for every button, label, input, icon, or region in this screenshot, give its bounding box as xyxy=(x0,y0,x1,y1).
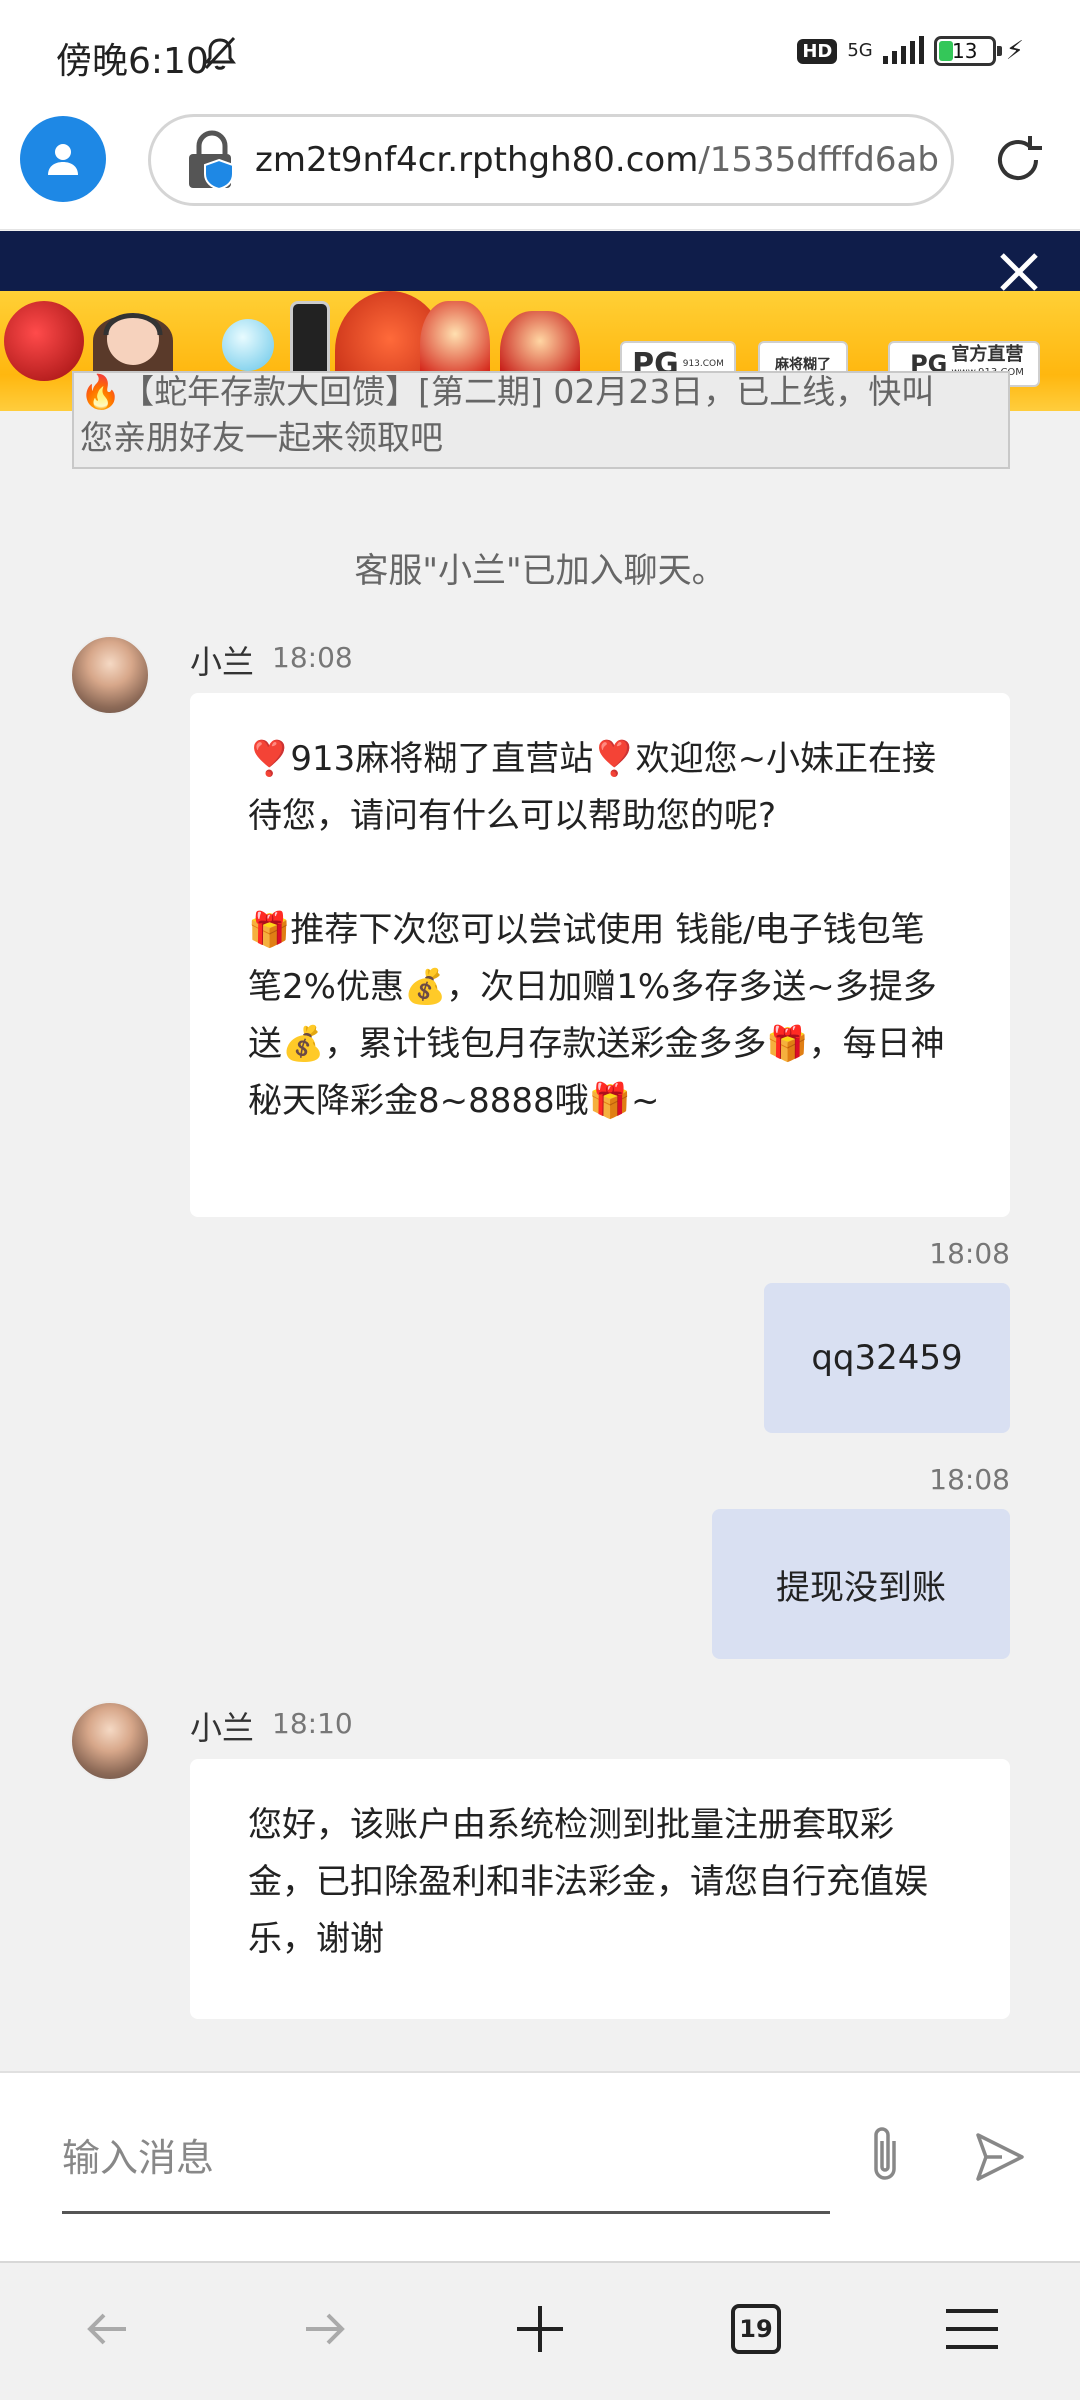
browser-bottom-nav: 19 xyxy=(0,2261,1080,2400)
hd-badge: HD xyxy=(797,38,838,64)
agent-message-bubble: ❣️913麻将糊了直营站❣️欢迎您~小妹正在接待您，请问有什么可以帮助您的呢? … xyxy=(190,693,1010,1217)
robot-graphic xyxy=(222,319,274,371)
announcement-box: 🔥【蛇年存款大回馈】[第二期] 02月23日，已上线，快叫 您亲朋好友一起来领取… xyxy=(72,371,1010,469)
paperclip-icon[interactable] xyxy=(860,2123,910,2187)
url-field[interactable]: zm2t9nf4cr.rpthgh80.com/1535dfffd6ab xyxy=(148,114,954,206)
agent-name: 小兰 xyxy=(190,1709,255,1747)
message-text: qq32459 xyxy=(811,1338,963,1378)
message-time: 18:08 xyxy=(929,1237,1010,1270)
battery-level: 13 xyxy=(952,39,978,63)
message-time: 18:08 xyxy=(929,1463,1010,1496)
agent-message-bubble: 您好，该账户由系统检测到批量注册套取彩金，已扣除盈利和非法彩金，请您自行充值娱乐… xyxy=(190,1759,1010,2019)
tabs-button[interactable]: 19 xyxy=(716,2289,796,2369)
status-bar: 傍晚6:10 HD 5G 13 ⚡ xyxy=(0,0,1080,112)
system-message: 客服"小兰"已加入聊天。 xyxy=(354,551,726,591)
send-icon[interactable] xyxy=(972,2129,1028,2185)
message-time: 18:10 xyxy=(272,1707,353,1740)
agent-name: 小兰 xyxy=(190,643,255,681)
message-time: 18:08 xyxy=(272,641,353,674)
red-ball-graphic xyxy=(4,301,84,381)
message-composer xyxy=(0,2071,1080,2261)
user-icon xyxy=(48,144,78,175)
battery-icon: 13 xyxy=(933,36,1002,66)
message-text: 提现没到账 xyxy=(776,1567,946,1608)
muted-bell-icon xyxy=(204,36,236,70)
arrow-left-icon xyxy=(87,2313,126,2345)
back-button[interactable] xyxy=(68,2289,148,2369)
user-message-bubble: qq32459 xyxy=(764,1283,1010,1433)
announcement-line: 您亲朋好友一起来领取吧 xyxy=(80,418,443,457)
forward-button[interactable] xyxy=(284,2289,364,2369)
status-indicators: HD 5G 13 ⚡ xyxy=(797,36,1024,66)
network-type: 5G xyxy=(847,40,873,61)
tab-count: 19 xyxy=(731,2304,781,2354)
chat-page: PG913.COM 麻将糊了 PG官方直营www.913.COM 🔥【蛇年存款大… xyxy=(0,231,1080,2071)
banner-header xyxy=(0,231,1080,291)
new-tab-button[interactable] xyxy=(500,2289,580,2369)
message-text: ❣️913麻将糊了直营站❣️欢迎您~小妹正在接待您，请问有什么可以帮助您的呢? … xyxy=(248,739,945,1121)
lock-shield-icon xyxy=(189,130,234,190)
url-text: zm2t9nf4cr.rpthgh80.com/1535dfffd6ab xyxy=(255,140,939,180)
plus-icon xyxy=(517,2306,563,2352)
message-input[interactable] xyxy=(62,2131,830,2185)
profile-button[interactable] xyxy=(20,116,106,202)
close-icon[interactable] xyxy=(998,251,1040,293)
input-underline xyxy=(62,2211,830,2214)
agent-avatar xyxy=(70,1701,150,1781)
arrow-right-icon xyxy=(306,2313,345,2345)
status-time: 傍晚6:10 xyxy=(56,41,209,82)
announcement-line: 🔥【蛇年存款大回馈】[第二期] 02月23日，已上线，快叫 xyxy=(80,372,935,411)
reload-icon[interactable] xyxy=(990,132,1046,188)
signal-icon xyxy=(882,36,924,64)
menu-button[interactable] xyxy=(932,2289,1012,2369)
charging-icon: ⚡ xyxy=(1005,36,1024,66)
message-text: 您好，该账户由系统检测到批量注册套取彩金，已扣除盈利和非法彩金，请您自行充值娱乐… xyxy=(248,1805,928,1959)
browser-address-bar: zm2t9nf4cr.rpthgh80.com/1535dfffd6ab xyxy=(0,112,1080,230)
hamburger-menu-icon xyxy=(946,2309,998,2349)
user-message-bubble: 提现没到账 xyxy=(712,1509,1010,1659)
agent-avatar xyxy=(70,635,150,715)
